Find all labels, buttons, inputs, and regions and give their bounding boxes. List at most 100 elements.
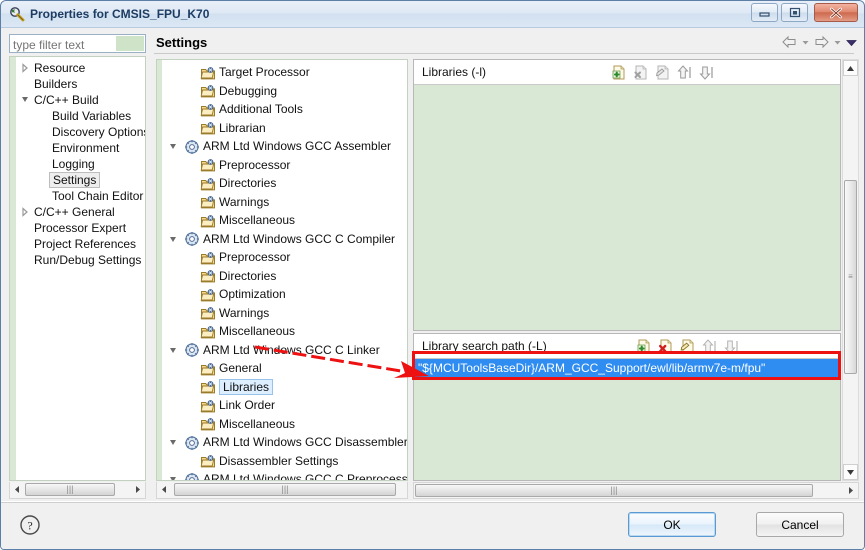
sidebar-item-tool-chain-editor[interactable]: Tool Chain Editor bbox=[16, 188, 145, 204]
scroll-right-icon[interactable] bbox=[130, 482, 145, 497]
left-tree-hscrollbar[interactable]: ||| bbox=[9, 482, 146, 499]
twisty-collapsed-icon[interactable] bbox=[20, 204, 30, 220]
tree-item-miscellaneous[interactable]: Miscellaneous bbox=[162, 415, 407, 434]
search-path-list[interactable]: "${MCUToolsBaseDir}/ARM_GCC_Support/ewl/… bbox=[414, 359, 840, 480]
twisty-expanded-icon[interactable] bbox=[168, 470, 178, 480]
edit-icon[interactable] bbox=[654, 64, 671, 81]
list-item[interactable]: "${MCUToolsBaseDir}/ARM_GCC_Support/ewl/… bbox=[414, 359, 840, 377]
right-panel-hscrollbar[interactable]: ||| bbox=[413, 482, 859, 499]
tool-option-icon bbox=[200, 213, 216, 229]
hscroll-thumb[interactable]: ||| bbox=[25, 483, 115, 496]
minimize-button[interactable] bbox=[751, 3, 778, 22]
edit-icon[interactable] bbox=[679, 338, 696, 355]
tree-item-arm-ltd-windows-gcc-disassembler[interactable]: ARM Ltd Windows GCC Disassembler bbox=[162, 433, 407, 452]
right-panel-vscrollbar[interactable]: ≡ bbox=[842, 59, 859, 481]
tree-item-content: ARM Ltd Windows GCC C Linker bbox=[184, 341, 380, 360]
twisty-expanded-icon[interactable] bbox=[168, 341, 178, 360]
vscroll-thumb[interactable]: ≡ bbox=[844, 180, 857, 374]
tree-item-optimization[interactable]: Optimization bbox=[162, 285, 407, 304]
tree-item-content: Debugging bbox=[200, 82, 277, 101]
hscroll-thumb[interactable]: ||| bbox=[415, 484, 813, 497]
add-icon[interactable] bbox=[610, 64, 627, 81]
sidebar-item-settings[interactable]: Settings bbox=[16, 172, 145, 188]
delete-icon[interactable] bbox=[632, 64, 649, 81]
tree-item-content: General bbox=[200, 359, 262, 378]
tree-item-miscellaneous[interactable]: Miscellaneous bbox=[162, 322, 407, 341]
tree-item-librarian[interactable]: Librarian bbox=[162, 119, 407, 138]
scroll-down-icon[interactable] bbox=[843, 464, 858, 480]
sidebar-item-build-variables[interactable]: Build Variables bbox=[16, 108, 145, 124]
tree-item-content: Libraries bbox=[200, 378, 274, 397]
tree-item-directories[interactable]: Directories bbox=[162, 174, 407, 193]
back-arrow-icon[interactable] bbox=[781, 34, 798, 50]
hscroll-thumb[interactable]: ||| bbox=[174, 483, 396, 496]
tree-item-warnings[interactable]: Warnings bbox=[162, 304, 407, 323]
tree-item-arm-ltd-windows-gcc-c-linker[interactable]: ARM Ltd Windows GCC C Linker bbox=[162, 341, 407, 360]
sidebar-item-builders[interactable]: Builders bbox=[16, 76, 145, 92]
tree-item-content: Miscellaneous bbox=[200, 322, 295, 341]
move-down-icon[interactable] bbox=[723, 338, 740, 355]
cancel-button[interactable]: Cancel bbox=[756, 512, 844, 537]
twisty-collapsed-icon[interactable] bbox=[20, 60, 30, 76]
filter-textbox[interactable] bbox=[9, 34, 146, 53]
tree-item-warnings[interactable]: Warnings bbox=[162, 193, 407, 212]
tree-item-content: Additional Tools bbox=[200, 100, 303, 119]
maximize-button[interactable] bbox=[781, 3, 808, 22]
sidebar-item-run-debug-settings[interactable]: Run/Debug Settings bbox=[16, 252, 145, 268]
delete-icon[interactable] bbox=[657, 338, 674, 355]
tree-item-content: Preprocessor bbox=[200, 156, 290, 175]
forward-dropdown-icon[interactable] bbox=[832, 35, 843, 49]
scroll-left-icon[interactable] bbox=[10, 482, 25, 497]
tree-item-preprocessor[interactable]: Preprocessor bbox=[162, 248, 407, 267]
tree-item-debugging[interactable]: Debugging bbox=[162, 82, 407, 101]
tree-item-label: Miscellaneous bbox=[219, 213, 296, 227]
add-icon[interactable] bbox=[635, 338, 652, 355]
close-button[interactable] bbox=[814, 3, 858, 22]
move-up-icon[interactable] bbox=[676, 64, 693, 81]
tree-item-arm-ltd-windows-gcc-assembler[interactable]: ARM Ltd Windows GCC Assembler bbox=[162, 137, 407, 156]
forward-arrow-icon[interactable] bbox=[813, 34, 830, 50]
tree-item-general[interactable]: General bbox=[162, 359, 407, 378]
scroll-right-icon[interactable] bbox=[843, 483, 858, 498]
tree-item-miscellaneous[interactable]: Miscellaneous bbox=[162, 211, 407, 230]
sidebar-item-discovery-options[interactable]: Discovery Options bbox=[16, 124, 145, 140]
sidebar-item-c-c-build[interactable]: C/C++ Build bbox=[16, 92, 145, 108]
tool-settings-tree[interactable]: Target Processor Debugging Additional Tool… bbox=[156, 59, 408, 481]
tree-item-arm-ltd-windows-gcc-c-compiler[interactable]: ARM Ltd Windows GCC C Compiler bbox=[162, 230, 407, 249]
libraries-list[interactable] bbox=[414, 85, 840, 330]
ok-button[interactable]: OK bbox=[628, 512, 716, 537]
left-navigation-tree[interactable]: Resource Builders C/C++ Build Build Variabl… bbox=[9, 56, 146, 481]
tree-item-target-processor[interactable]: Target Processor bbox=[162, 63, 407, 82]
tree-item-preprocessor[interactable]: Preprocessor bbox=[162, 156, 407, 175]
tool-option-icon bbox=[200, 194, 216, 210]
sidebar-item-logging[interactable]: Logging bbox=[16, 156, 145, 172]
twisty-expanded-icon[interactable] bbox=[168, 433, 178, 452]
back-dropdown-icon[interactable] bbox=[800, 35, 811, 49]
help-icon[interactable]: ? bbox=[19, 514, 41, 536]
tree-item-directories[interactable]: Directories bbox=[162, 267, 407, 286]
tree-item-content: ARM Ltd Windows GCC C Compiler bbox=[184, 230, 395, 249]
tree-item-additional-tools[interactable]: Additional Tools bbox=[162, 100, 407, 119]
tree-item-libraries[interactable]: Libraries bbox=[162, 378, 407, 397]
move-down-icon[interactable] bbox=[698, 64, 715, 81]
mid-tree-hscrollbar[interactable]: ||| bbox=[156, 482, 408, 499]
tree-item-arm-ltd-windows-gcc-c-preprocessor[interactable]: ARM Ltd Windows GCC C Preprocessor bbox=[162, 470, 407, 480]
move-up-icon[interactable] bbox=[701, 338, 718, 355]
twisty-expanded-icon[interactable] bbox=[168, 137, 178, 156]
scroll-left-icon[interactable] bbox=[157, 482, 172, 497]
twisty-expanded-icon[interactable] bbox=[20, 92, 30, 108]
sidebar-item-c-c-general[interactable]: C/C++ General bbox=[16, 204, 145, 220]
scroll-up-icon[interactable] bbox=[843, 60, 858, 76]
tree-item-disassembler-settings[interactable]: Disassembler Settings bbox=[162, 452, 407, 471]
sidebar-item-environment[interactable]: Environment bbox=[16, 140, 145, 156]
sidebar-item-label: Environment bbox=[52, 141, 120, 155]
sidebar-item-project-references[interactable]: Project References bbox=[16, 236, 145, 252]
sidebar-item-processor-expert[interactable]: Processor Expert bbox=[16, 220, 145, 236]
tree-item-content: Disassembler Settings bbox=[200, 452, 338, 471]
filter-input[interactable] bbox=[13, 37, 113, 52]
tree-item-label: Optimization bbox=[219, 287, 286, 301]
tree-item-link-order[interactable]: Link Order bbox=[162, 396, 407, 415]
sidebar-item-resource[interactable]: Resource bbox=[16, 60, 145, 76]
twisty-expanded-icon[interactable] bbox=[168, 230, 178, 249]
view-menu-icon[interactable] bbox=[845, 35, 857, 49]
